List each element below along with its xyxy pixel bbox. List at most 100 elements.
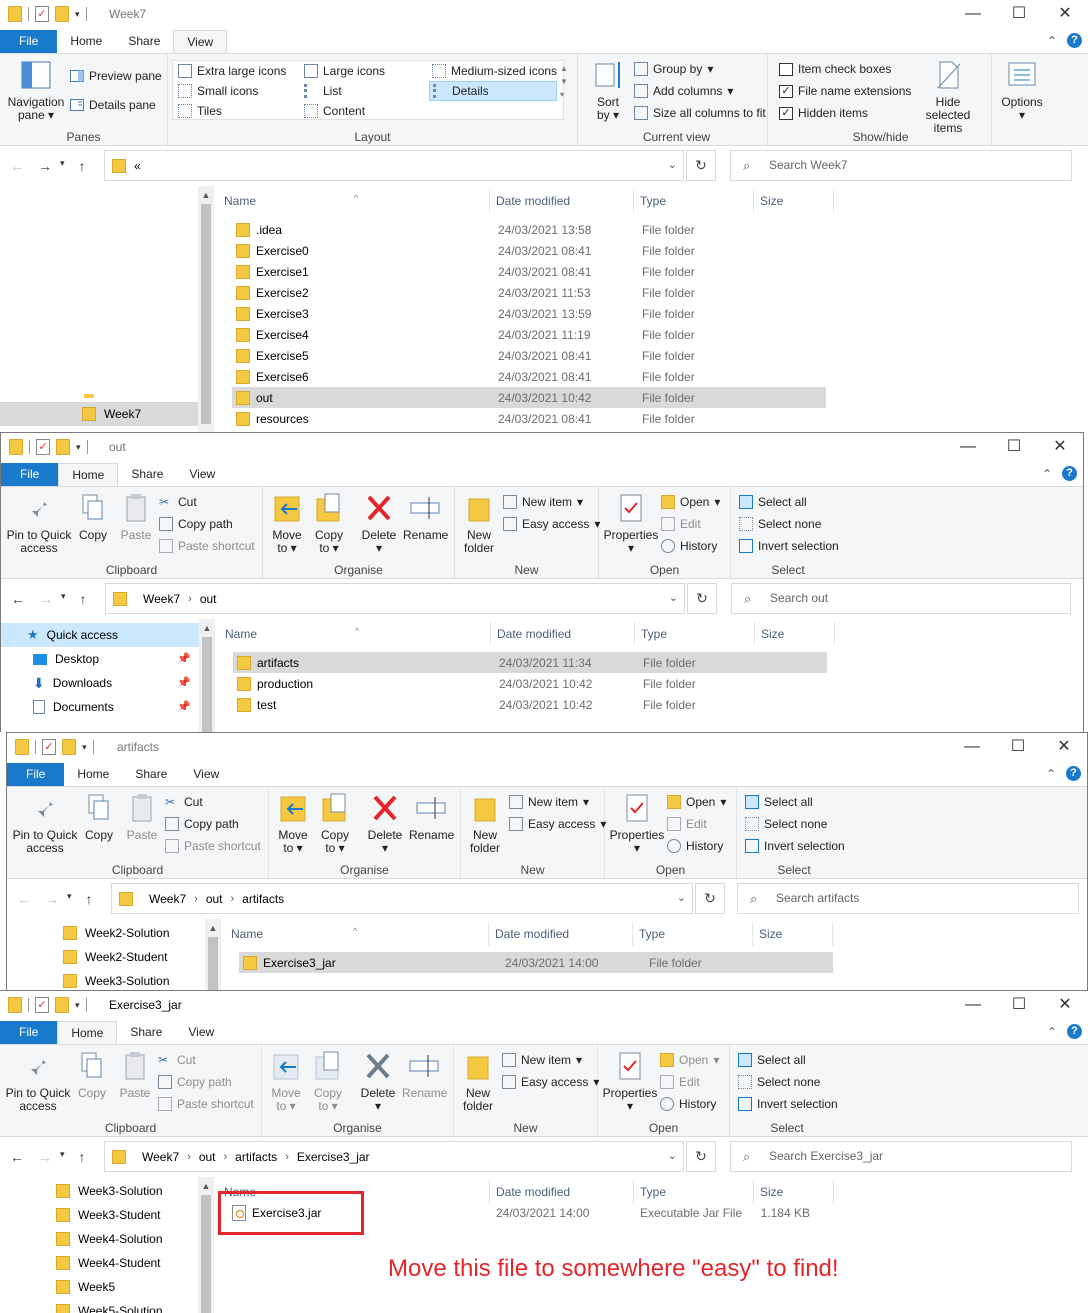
new-item-button[interactable]: New item ▾ <box>509 792 589 812</box>
address-bar[interactable]: « ⌄ <box>104 150 684 181</box>
open-button[interactable]: Open ▾ <box>667 792 726 812</box>
easy-access-button[interactable]: Easy access ▾ <box>502 1072 599 1092</box>
history-button[interactable]: History <box>661 536 717 556</box>
back-arrow-icon[interactable]: ← <box>11 591 25 607</box>
nav-item-week2-solution[interactable]: Week2-Solution <box>7 921 205 945</box>
list-item[interactable]: out 24/03/2021 10:42 File folder <box>232 387 826 408</box>
rename-button[interactable]: Rename <box>403 491 448 542</box>
column-size[interactable]: Size <box>755 622 835 646</box>
nav-item-desktop[interactable]: Desktop 📌 <box>1 647 199 671</box>
tab-home[interactable]: Home <box>58 463 119 486</box>
list-item[interactable]: .idea 24/03/2021 13:58 File folder <box>232 219 826 240</box>
breadcrumb-out[interactable]: out <box>200 592 217 606</box>
move-to-button[interactable]: Move to ▾ <box>275 791 311 855</box>
list-item[interactable]: Exercise5 24/03/2021 08:41 File folder <box>232 345 826 366</box>
breadcrumb-week7[interactable]: Week7 <box>143 592 180 606</box>
paste-button[interactable]: Paste <box>117 491 155 542</box>
list-item[interactable]: production 24/03/2021 10:42 File folder <box>233 673 827 694</box>
preview-pane-button[interactable]: Preview pane <box>70 66 162 86</box>
paste-shortcut-button[interactable]: Paste shortcut <box>165 836 261 856</box>
nav-item-week4-student[interactable]: Week4-Student <box>0 1251 198 1275</box>
help-icon[interactable]: ? <box>1067 33 1082 48</box>
hide-selected-button[interactable]: Hide selected items <box>912 58 984 135</box>
select-all-button[interactable]: Select all <box>738 1050 806 1070</box>
tab-view[interactable]: View <box>173 30 228 53</box>
search-input[interactable]: ⌕ Search artifacts <box>737 883 1079 914</box>
back-arrow-icon[interactable]: ← <box>10 158 24 174</box>
new-folder-icon[interactable] <box>56 439 70 455</box>
properties-button[interactable]: Properties ▾ <box>609 791 665 855</box>
address-dropdown-icon[interactable]: ⌄ <box>668 1149 677 1162</box>
address-dropdown-icon[interactable]: ⌄ <box>668 158 677 171</box>
copy-button[interactable]: Copy <box>75 491 111 542</box>
properties-icon[interactable]: ✓ <box>42 739 56 755</box>
new-folder-button[interactable]: New folder <box>467 791 503 855</box>
cut-button[interactable]: ✂ Cut <box>165 792 203 812</box>
tab-home[interactable]: Home <box>57 30 115 53</box>
tab-file[interactable]: File <box>1 463 59 486</box>
customize-toolbar-icon[interactable]: ▾ <box>75 9 80 20</box>
recent-locations-icon[interactable]: ▾ <box>60 158 65 174</box>
list-item[interactable]: resources 24/03/2021 08:41 File folder <box>232 408 826 429</box>
layout-details[interactable]: Details <box>429 81 557 101</box>
nav-item-week3-solution[interactable]: Week3-Solution <box>7 969 205 990</box>
delete-button[interactable]: Delete ▾ <box>365 791 405 855</box>
layout-content[interactable]: Content <box>304 101 365 121</box>
breadcrumb-week7[interactable]: Week7 <box>149 892 186 906</box>
invert-selection-button[interactable]: Invert selection <box>745 836 845 856</box>
minimize-button[interactable]: — <box>950 991 996 1021</box>
layout-large-icons[interactable]: Large icons <box>304 61 385 81</box>
customize-toolbar-icon[interactable]: ▾ <box>75 1000 80 1011</box>
layout-medium-icons[interactable]: Medium-sized icons <box>432 61 557 81</box>
move-to-button[interactable]: Move to ▾ <box>269 491 305 555</box>
column-name[interactable]: ^ Name <box>225 922 489 946</box>
recent-locations-icon[interactable]: ▾ <box>61 591 66 607</box>
close-button[interactable]: ✕ <box>1041 733 1087 763</box>
refresh-button[interactable]: ↻ <box>695 883 725 914</box>
minimize-button[interactable]: — <box>945 433 991 463</box>
tab-view[interactable]: View <box>176 463 228 486</box>
hidden-items-checkbox[interactable]: ✓ Hidden items <box>779 103 868 123</box>
open-button[interactable]: Open ▾ <box>661 492 720 512</box>
help-icon[interactable]: ? <box>1066 766 1081 781</box>
help-icon[interactable]: ? <box>1067 1024 1082 1039</box>
forward-arrow-icon[interactable]: → <box>38 1149 52 1165</box>
item-check-boxes-checkbox[interactable]: Item check boxes <box>779 59 891 79</box>
nav-item-week2-student[interactable]: Week2-Student <box>7 945 205 969</box>
maximize-button[interactable]: ☐ <box>996 991 1042 1021</box>
tab-view[interactable]: View <box>175 1021 227 1044</box>
column-date[interactable]: Date modified <box>491 622 635 646</box>
column-size[interactable]: Size <box>754 189 834 213</box>
forward-arrow-icon[interactable]: → <box>39 591 53 607</box>
cut-button[interactable]: ✂ Cut <box>159 492 197 512</box>
up-arrow-icon[interactable]: ↑ <box>80 591 87 607</box>
nav-item-week5[interactable]: Week5 <box>0 1275 198 1299</box>
edit-button[interactable]: Edit <box>667 814 707 834</box>
recent-locations-icon[interactable]: ▾ <box>60 1149 65 1165</box>
delete-button[interactable]: Delete ▾ <box>358 1049 398 1113</box>
refresh-button[interactable]: ↻ <box>686 150 716 181</box>
tab-share[interactable]: Share <box>122 763 180 786</box>
copy-path-button[interactable]: Copy path <box>158 1072 232 1092</box>
pin-to-quick-access-button[interactable]: Pin to Quick access <box>11 791 79 855</box>
up-arrow-icon[interactable]: ↑ <box>86 891 93 907</box>
forward-arrow-icon[interactable]: → <box>45 891 59 907</box>
up-arrow-icon[interactable]: ↑ <box>79 1149 86 1165</box>
minimize-button[interactable]: — <box>949 733 995 763</box>
nav-item-week5-solution[interactable]: Week5-Solution <box>0 1299 198 1313</box>
maximize-button[interactable]: ☐ <box>995 733 1041 763</box>
breadcrumb-out[interactable]: out <box>199 1150 216 1164</box>
refresh-button[interactable]: ↻ <box>686 1141 716 1172</box>
breadcrumb-week7[interactable]: Week7 <box>142 1150 179 1164</box>
tab-file[interactable]: File <box>0 30 58 53</box>
copy-button[interactable]: Copy <box>81 791 117 842</box>
search-input[interactable]: ⌕ Search Exercise3_jar <box>730 1141 1072 1172</box>
details-pane-button[interactable]: Details pane <box>70 95 156 115</box>
copy-path-button[interactable]: Copy path <box>165 814 239 834</box>
navigation-pane-button[interactable]: Navigation pane ▾ <box>6 58 66 122</box>
layout-list[interactable]: List <box>304 81 342 101</box>
file-name-extensions-checkbox[interactable]: ✓ File name extensions <box>779 81 911 101</box>
invert-selection-button[interactable]: Invert selection <box>738 1094 838 1114</box>
forward-arrow-icon[interactable]: → <box>38 158 52 174</box>
size-columns-button[interactable]: Size all columns to fit <box>634 103 766 123</box>
